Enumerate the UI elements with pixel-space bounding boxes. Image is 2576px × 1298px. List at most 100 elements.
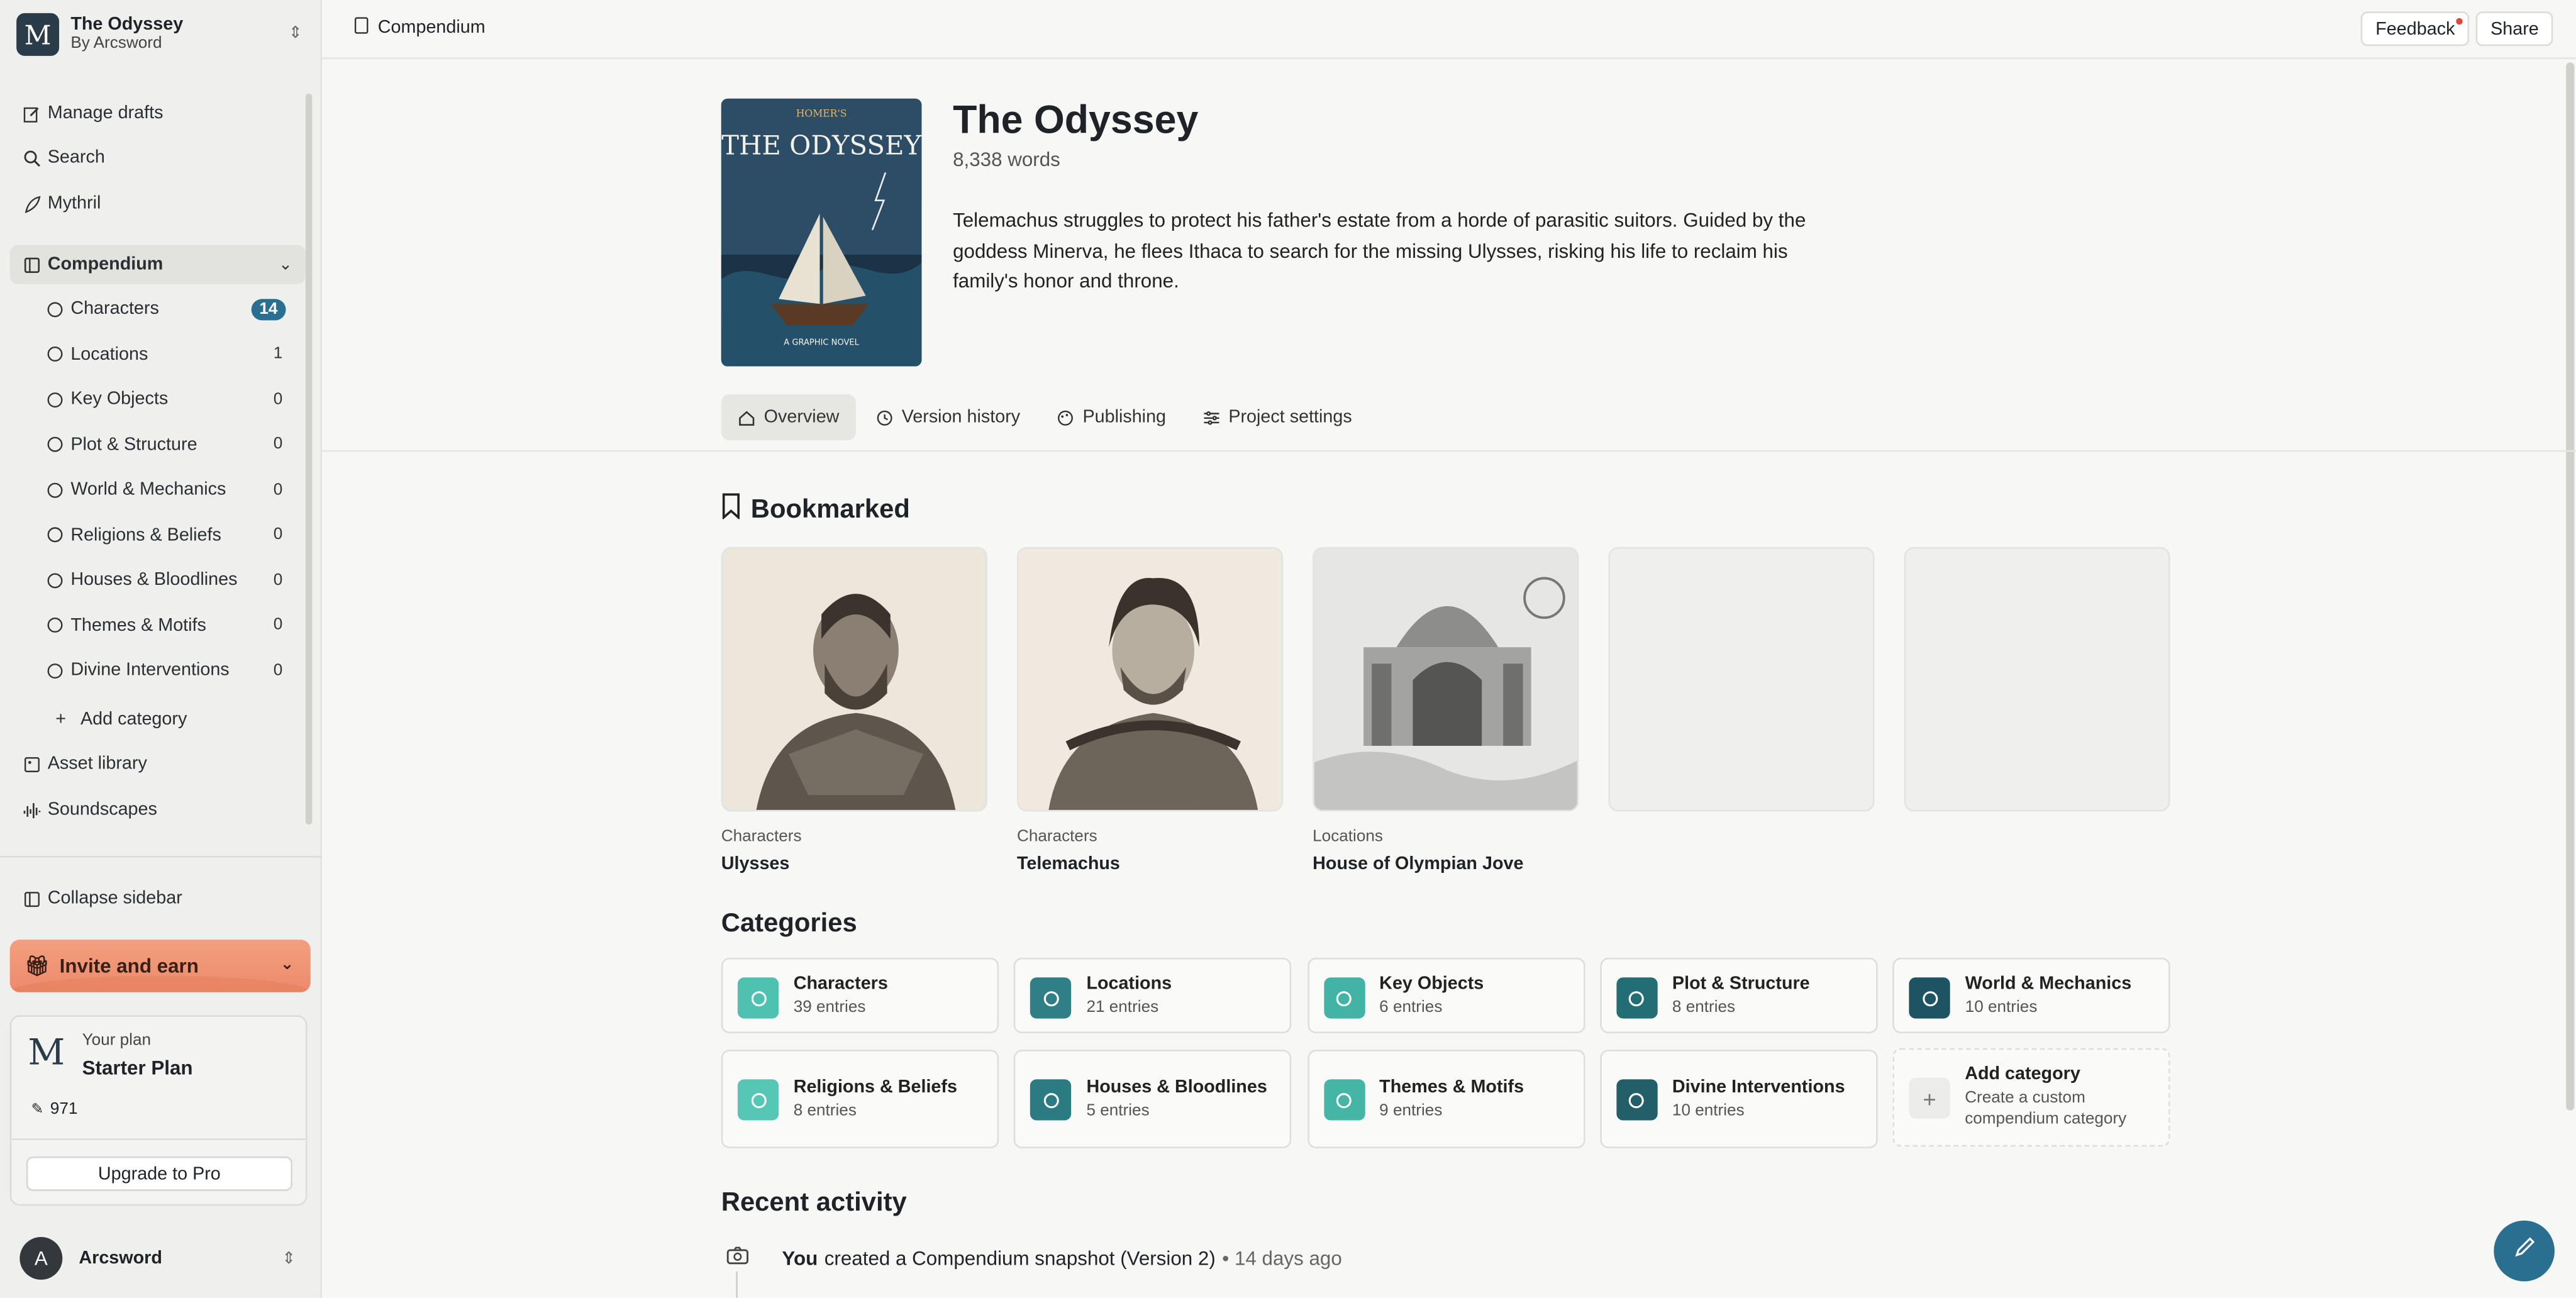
feedback-label: Feedback [2375,19,2455,39]
breadcrumb-label: Compendium [377,18,486,38]
person-icon [737,977,779,1019]
feather-icon [21,194,41,213]
bookmark-card-image[interactable] [1016,546,1284,812]
nav-mythril[interactable]: Mythril [10,184,306,224]
audio-wave-icon [21,800,41,819]
share-button[interactable]: Share [2475,11,2554,47]
chevron-down-icon: ⌄ [280,956,294,975]
sidebar-item-themes-motifs[interactable]: Themes & Motifs 0 [36,606,296,645]
activity-actor: You [782,1246,818,1269]
bookmark-category: Locations [1313,828,1383,846]
invite-and-earn-button[interactable]: 🎁︎ Invite and earn ⌄ [9,940,311,992]
cover-top: HOMER'S [796,107,847,119]
book-icon [21,255,41,274]
globe-icon [1909,977,1951,1019]
bookmark-card-empty[interactable] [1904,546,2170,812]
nav-label: Manage drafts [47,103,164,123]
category-card[interactable]: Religions & Beliefs 8 entries [721,1050,999,1148]
activity-item: You created a Compendium snapshot (Versi… [726,1245,1342,1270]
category-name: Religions & Beliefs [793,1077,957,1097]
cover-subtitle: A GRAPHIC NOVEL [784,338,859,348]
flame-icon [45,525,64,545]
sidebar-item-key-objects[interactable]: Key Objects 0 [36,379,296,419]
category-card[interactable]: World & Mechanics 10 entries [1892,957,2171,1034]
project-switcher[interactable]: M The Odyssey By Arcsword ⇕ [16,11,306,57]
book-cover[interactable]: HOMER'S THE ODYSSEY A GRAPHIC NOVEL [721,98,922,367]
write-fab-button[interactable] [2494,1220,2555,1282]
category-card[interactable]: Plot & Structure 8 entries [1599,957,1878,1034]
category-card[interactable]: Key Objects 6 entries [1307,957,1585,1034]
tab-overview[interactable]: Overview [721,394,856,441]
tab-project-settings[interactable]: Project settings [1185,394,1368,440]
nav-asset-library[interactable]: Asset library [10,744,306,784]
main-scrollbar[interactable] [2566,62,2575,1111]
sidebar-item-locations[interactable]: Locations 1 [36,335,296,374]
page-title: The Odyssey [953,98,1199,143]
share-label: Share [2490,19,2539,39]
user-menu[interactable]: A Arcsword ⇕ [19,1236,302,1280]
bookmark-name[interactable]: House of Olympian Jove [1313,854,1523,874]
breadcrumb[interactable]: Compendium [353,16,486,40]
sidebar-item-world-mechanics[interactable]: World & Mechanics 0 [36,470,296,509]
nav-search[interactable]: Search [10,138,306,177]
nav-label: Asset library [47,753,147,774]
bookmark-card-empty[interactable] [1608,546,1875,812]
tab-version-history[interactable]: Version history [859,394,1037,440]
nav-label: Soundscapes [47,800,157,820]
category-entries: 8 entries [793,1102,857,1121]
word-count: 8,338 words [953,148,1060,171]
project-byline: By Arcsword [70,34,162,53]
tab-publishing[interactable]: Publishing [1040,394,1183,440]
bookmark-category: Characters [1016,828,1097,846]
nav-manage-drafts[interactable]: Manage drafts [10,94,306,133]
home-icon [738,408,756,426]
category-entries: 8 entries [1672,999,1736,1017]
bookmark-name[interactable]: Telemachus [1017,854,1120,874]
collapse-sidebar-button[interactable]: Collapse sidebar [10,879,306,919]
upgrade-button[interactable]: Upgrade to Pro [26,1156,292,1191]
category-card[interactable]: Divine Interventions 10 entries [1599,1050,1878,1148]
user-name: Arcsword [79,1248,162,1268]
bookmark-category: Characters [721,828,802,846]
divider [11,1138,306,1140]
sidebar-scrollbar[interactable] [305,93,313,825]
category-card[interactable]: Locations 21 entries [1014,957,1292,1034]
category-card[interactable]: Themes & Motifs 9 entries [1307,1050,1585,1148]
feedback-button[interactable]: Feedback [2360,11,2470,47]
sidebar-item-houses-bloodlines[interactable]: Houses & Bloodlines 0 [36,560,296,600]
sidebar-item-religions-beliefs[interactable]: Religions & Beliefs 0 [36,515,296,555]
sidebar-item-divine-interventions[interactable]: Divine Interventions 0 [36,650,296,690]
sidebar-item-plot-structure[interactable]: Plot & Structure 0 [36,424,296,464]
top-bar: Compendium Feedback Share [321,0,2576,60]
nav-compendium[interactable]: Compendium ⌄ [9,245,306,284]
tab-label: Publishing [1082,407,1167,428]
bookmark-icon [721,493,741,528]
categories-heading: Categories [721,910,857,938]
edit-icon [21,104,41,123]
bookmark-card-image[interactable] [1313,546,1579,812]
sidebar-item-label: Key Objects [70,389,169,409]
nav-label: Collapse sidebar [47,889,182,909]
sidebar-item-characters[interactable]: Characters 14 [36,289,296,329]
map-icon [1030,977,1072,1019]
category-name: Key Objects [1379,974,1484,994]
category-card[interactable]: Characters 39 entries [721,957,999,1034]
plus-icon: + [1909,1077,1950,1119]
divider [321,450,2576,452]
category-entries: 10 entries [1672,1102,1745,1121]
chevron-updown-icon: ⇕ [282,1250,296,1268]
bookmark-card-image[interactable] [721,546,987,812]
shapes-icon [1323,977,1365,1019]
bookmark-name[interactable]: Ulysses [721,854,790,874]
add-category-card[interactable]: + Add category Create a custom compendiu… [1892,1048,2170,1147]
chart-icon [1616,977,1658,1019]
bookmarked-heading: Bookmarked [721,493,910,528]
sidebar: M The Odyssey By Arcsword ⇕ Manage draft… [0,0,322,1298]
category-card[interactable]: Houses & Bloodlines 5 entries [1014,1050,1292,1148]
nav-soundscapes[interactable]: Soundscapes [10,790,306,829]
plan-card: M Your plan Starter Plan ✎ 971 Upgrade t… [9,1015,308,1206]
category-entries: 21 entries [1086,999,1159,1017]
category-entries: 6 entries [1379,999,1443,1017]
search-icon [21,148,41,167]
nav-add-category[interactable]: + Add category [36,700,296,740]
